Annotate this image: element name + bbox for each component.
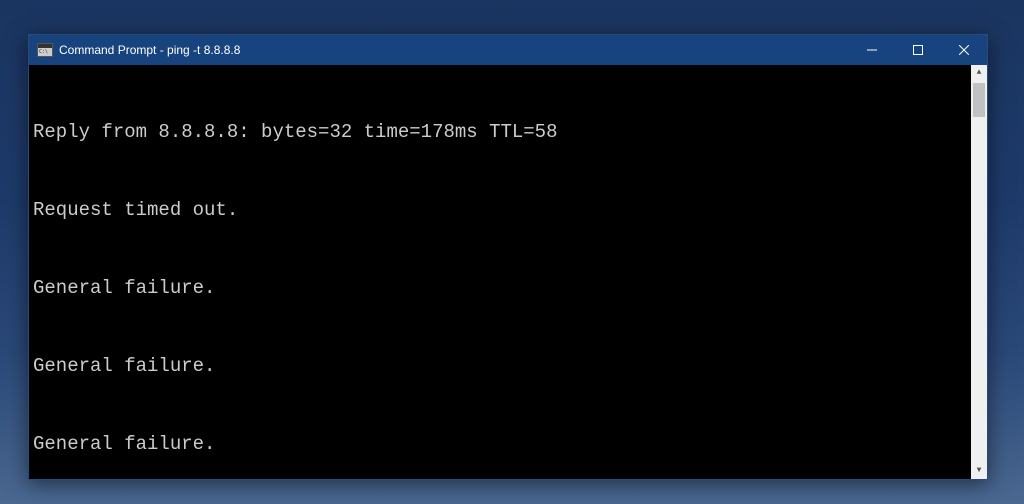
terminal-output[interactable]: Reply from 8.8.8.8: bytes=32 time=178ms … bbox=[29, 65, 987, 479]
window-controls bbox=[849, 35, 987, 65]
maximize-button[interactable] bbox=[895, 35, 941, 65]
cmd-icon bbox=[37, 43, 53, 57]
output-line: General failure. bbox=[33, 275, 987, 301]
scrollbar-thumb[interactable] bbox=[973, 83, 985, 117]
maximize-icon bbox=[913, 45, 923, 55]
close-button[interactable] bbox=[941, 35, 987, 65]
scroll-up-arrow[interactable]: ▲ bbox=[971, 65, 987, 81]
titlebar[interactable]: Command Prompt - ping -t 8.8.8.8 bbox=[29, 35, 987, 65]
vertical-scrollbar[interactable]: ▲ ▼ bbox=[971, 65, 987, 479]
command-prompt-window: Command Prompt - ping -t 8.8.8.8 Reply f… bbox=[28, 34, 988, 480]
window-title: Command Prompt - ping -t 8.8.8.8 bbox=[59, 43, 849, 57]
close-icon bbox=[959, 45, 969, 55]
minimize-icon bbox=[867, 45, 877, 55]
output-line: General failure. bbox=[33, 353, 987, 379]
scroll-down-arrow[interactable]: ▼ bbox=[971, 463, 987, 479]
output-line: Request timed out. bbox=[33, 197, 987, 223]
minimize-button[interactable] bbox=[849, 35, 895, 65]
output-line: General failure. bbox=[33, 431, 987, 457]
output-line: Reply from 8.8.8.8: bytes=32 time=178ms … bbox=[33, 119, 987, 145]
